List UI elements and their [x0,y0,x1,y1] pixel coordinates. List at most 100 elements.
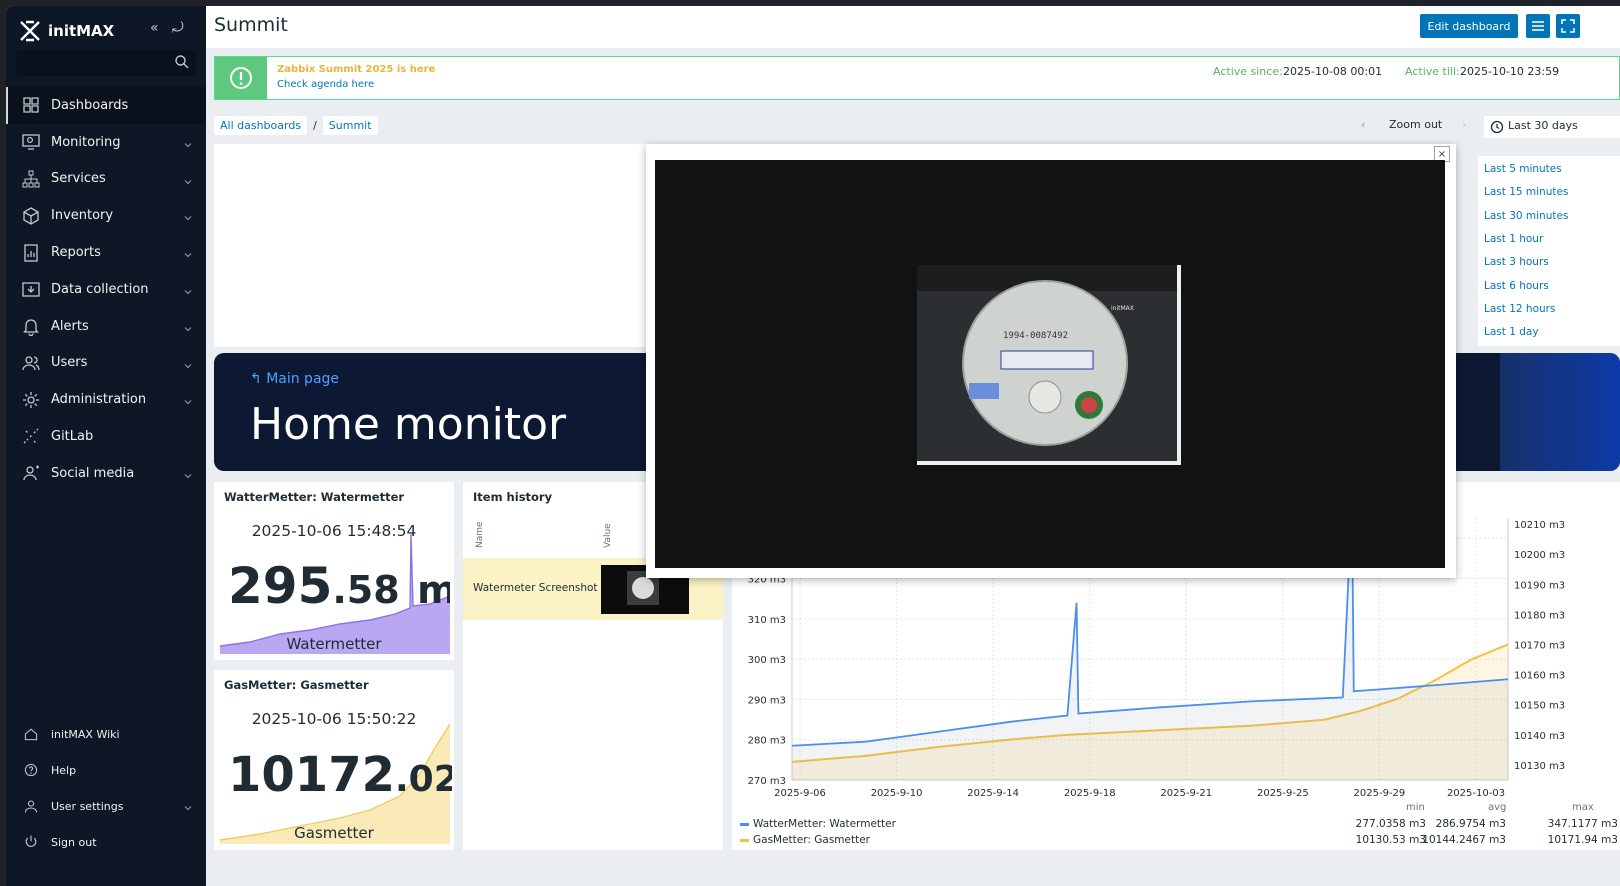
main-page-label: Main page [266,371,340,387]
x-tick-label: 2025-10-03 [1447,788,1505,799]
breadcrumb-all-dashboards[interactable]: All dashboards [214,116,308,135]
sidebar-item-data-collection[interactable]: Data collection [6,271,206,308]
sign-out-icon [20,831,42,853]
watermeter-value: 295.58 m3 [228,558,450,618]
main-menu: Dashboards Monitoring Services Inventory Rep… [6,87,206,492]
edit-dashboard-button[interactable]: Edit dashboard [1420,14,1518,38]
users-icon [20,352,42,374]
quick-range-item[interactable]: Last 30 minutes [1484,210,1568,222]
quick-range-item[interactable]: Last 6 hours [1484,280,1549,292]
sidebar-item-dashboards[interactable]: Dashboards [6,87,206,124]
breadcrumb-separator: / [313,119,317,132]
sidebar-item-alerts[interactable]: Alerts [6,308,206,345]
time-period-tab[interactable]: Last 30 days [1484,116,1620,138]
sidebar-item-monitoring[interactable]: Monitoring [6,124,206,161]
page-title: Summit [214,14,288,36]
time-next-icon[interactable]: › [1462,118,1466,131]
sidebar-item-label: Monitoring [51,134,121,150]
watermeter-photo-image [917,265,1181,465]
gasmeter-widget[interactable]: GasMetter: Gasmetter 2025-10-06 15:50:22… [214,670,454,850]
history-row-name: Watermeter Screenshot [473,582,598,594]
time-prev-icon[interactable]: ‹ [1361,118,1365,131]
sidebar-item-wiki[interactable]: initMAX Wiki [6,716,206,752]
y-right-tick-label: 10170 m3 [1514,640,1565,651]
y-right-tick-label: 10200 m3 [1514,550,1565,561]
water-avg: 286.9754 m3 [1435,818,1506,830]
gasmeter-value: 10172.02 [228,748,452,807]
gasmeter-widget-title: GasMetter: Gasmetter [224,678,369,692]
actions-menu-button[interactable] [1526,14,1550,38]
item-history-title: Item history [473,490,553,504]
legend-water[interactable]: WatterMetter: Watermetter [740,818,896,830]
quick-range-item[interactable]: Last 1 hour [1484,233,1543,245]
zoom-out-button[interactable]: Zoom out [1389,118,1442,131]
administration-icon [20,389,42,411]
sidebar-search-input[interactable] [16,50,196,76]
sidebar-item-social-media[interactable]: Social media [6,455,206,492]
watermeter-value-dec: .58 [332,568,400,612]
inventory-icon [20,205,42,227]
monitoring-icon [20,131,42,153]
sidebar-item-label: Dashboards [51,97,129,113]
quick-time-ranges: Last 5 minutes Last 15 minutes Last 30 min… [1478,156,1620,346]
active-till-value: 2025-10-10 23:59 [1460,65,1560,78]
x-tick-label: 2025-9-10 [871,788,923,799]
watermeter-value-int: 295 [228,558,333,615]
y-left-tick-label: 290 m3 [748,695,786,706]
quick-range-item[interactable]: Last 15 minutes [1484,186,1568,198]
x-tick-label: 2025-9-29 [1354,788,1406,799]
banner-agenda-link[interactable]: Check agenda here [277,79,374,90]
sidebar-item-services[interactable]: Services [6,161,206,198]
history-col-value[interactable]: Value [603,523,613,548]
hamburger-icon [1532,21,1544,31]
watermeter-widget-title: WatterMetter: Watermetter [224,490,405,504]
home-monitor-title: Home monitor [250,399,567,450]
sidebar-item-user-settings[interactable]: User settings [6,788,206,824]
legend-gas-swatch [740,838,749,842]
dashboards-icon [20,94,42,116]
y-right-tick-label: 10180 m3 [1514,610,1565,621]
x-tick-label: 2025-9-06 [774,788,826,799]
sidebar-item-gitlab[interactable]: GitLab [6,418,206,455]
sidebar-item-reports[interactable]: Reports [6,234,206,271]
breadcrumb: All dashboards / Summit [214,116,378,135]
sidebar-item-label: User settings [51,799,124,813]
sidebar-item-users[interactable]: Users [6,345,206,382]
chevron-down-icon [184,802,192,811]
help-icon [20,759,42,781]
photo-brand: initMAX [1111,305,1134,312]
sidebar-item-label: Inventory [51,208,114,224]
quick-range-item[interactable]: Last 5 minutes [1484,163,1562,175]
chevron-down-icon [184,248,192,258]
bottom-menu: initMAX Wiki Help User settings Sign out [6,716,206,860]
sidebar-item-sign-out[interactable]: Sign out [6,824,206,860]
kiosk-mode-icon[interactable]: ⤾ [172,20,184,36]
watermeter-unit: m3 [417,568,450,612]
watermeter-name: Watermetter [286,635,382,653]
sidebar-item-label: Data collection [51,281,149,297]
y-right-tick-label: 10130 m3 [1514,761,1565,772]
sidebar-item-label: Sign out [51,835,97,849]
history-col-name[interactable]: Name [475,521,485,548]
watermeter-widget[interactable]: WatterMetter: Watermetter 2025-10-06 15:… [214,482,454,660]
legend-gas[interactable]: GasMetter: Gasmetter [740,834,870,846]
active-till-label: Active till: [1405,65,1460,78]
breadcrumb-current[interactable]: Summit [322,116,378,135]
sidebar-item-administration[interactable]: Administration [6,381,206,418]
gasmeter-value-int: 10172 [228,748,395,803]
brand-logo[interactable]: initMAX [18,16,114,46]
fullscreen-button[interactable] [1556,14,1580,38]
y-right-tick-label: 10210 m3 [1514,520,1565,531]
watermeter-timestamp: 2025-10-06 15:48:54 [251,522,417,540]
sidebar-item-help[interactable]: Help [6,752,206,788]
collapse-sidebar-icon[interactable]: « [150,20,159,36]
quick-range-item[interactable]: Last 1 day [1484,326,1539,338]
quick-range-item[interactable]: Last 12 hours [1484,303,1555,315]
gitlab-icon [20,426,42,448]
empty-widget [214,144,652,347]
quick-range-item[interactable]: Last 3 hours [1484,256,1549,268]
chevron-down-icon [184,359,192,368]
main-page-link[interactable]: ↰ Main page [250,371,339,387]
sidebar-item-inventory[interactable]: Inventory [6,197,206,234]
summit-banner: Zabbix Summit 2025 is here Check agenda … [214,56,1620,100]
